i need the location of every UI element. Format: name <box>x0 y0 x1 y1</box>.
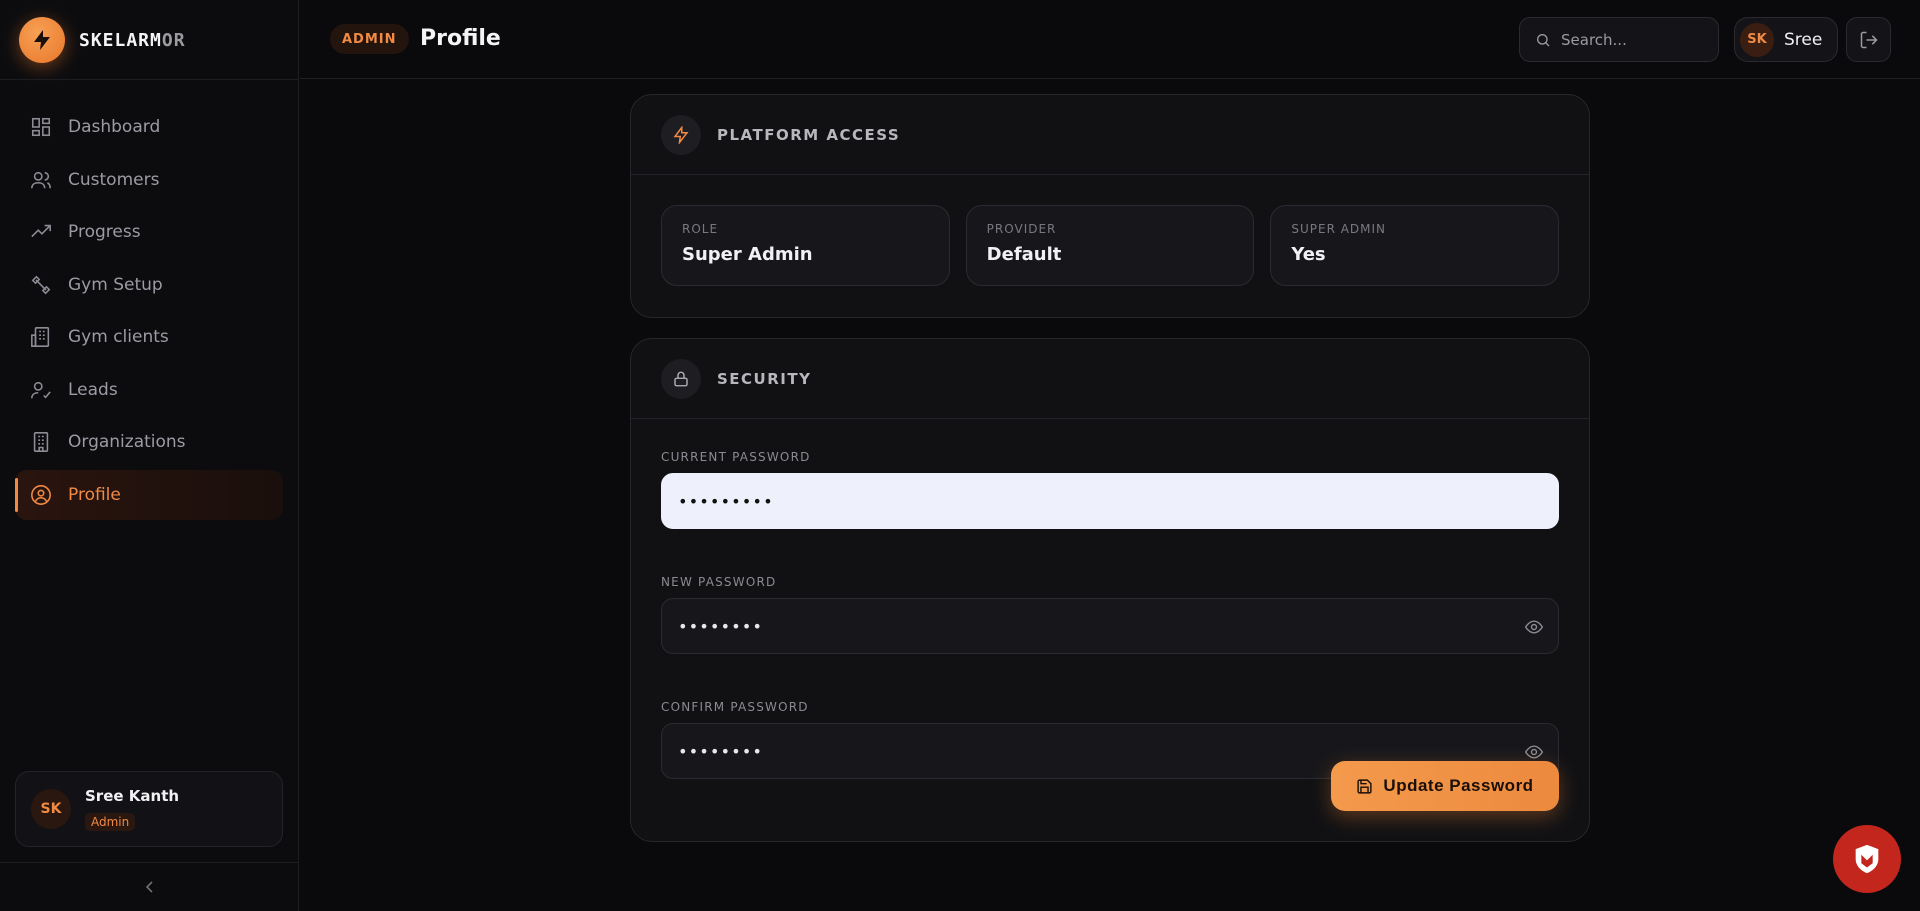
sidebar-item-gym-clients[interactable]: Gym clients <box>15 312 283 362</box>
sidebar-item-profile[interactable]: Profile <box>15 469 283 520</box>
field-label: CONFIRM PASSWORD <box>661 700 809 714</box>
user-check-icon <box>31 381 51 398</box>
save-icon <box>1357 778 1373 794</box>
info-label: ROLE <box>682 222 719 236</box>
top-header: ADMIN Profile SK Sree <box>300 0 1920 79</box>
info-label: PROVIDER <box>986 222 1057 236</box>
user-name: Sree Kanth <box>85 787 180 805</box>
confirm-password-input[interactable] <box>678 741 1538 761</box>
search-input[interactable] <box>1561 30 1711 49</box>
new-password-group: NEW PASSWORD <box>631 575 1589 654</box>
info-label: SUPER ADMIN <box>1291 222 1387 236</box>
role-info: ROLE Super Admin <box>661 205 950 286</box>
new-password-field[interactable] <box>661 598 1559 654</box>
chevron-left-icon <box>145 881 153 893</box>
logout-icon <box>1860 31 1878 48</box>
brand-name: SKELARMOR <box>79 29 186 51</box>
sidebar-item-label: Profile <box>68 484 121 505</box>
sidebar-user-card[interactable]: SK Sree Kanth Admin <box>15 771 283 847</box>
collapse-sidebar-button[interactable] <box>140 876 160 898</box>
platform-access-card: PLATFORM ACCESS ROLE Super Admin PROVIDE… <box>630 94 1590 318</box>
security-card: SECURITY CURRENT PASSWORD NEW PASSWORD C… <box>630 338 1590 842</box>
sidebar-item-leads[interactable]: Leads <box>15 365 283 415</box>
card-header: PLATFORM ACCESS <box>631 95 1589 175</box>
super-admin-info: SUPER ADMIN Yes <box>1270 205 1560 286</box>
sidebar-nav: Dashboard Customers Progress Gym Setup G… <box>15 102 283 522</box>
office-icon <box>33 432 49 452</box>
search-icon <box>1537 33 1550 46</box>
avatar: SK <box>31 789 71 829</box>
grid-icon <box>31 117 51 137</box>
logout-button[interactable] <box>1846 17 1891 62</box>
user-name: Sree <box>1784 29 1823 50</box>
users-icon <box>31 171 51 188</box>
sidebar-item-dashboard[interactable]: Dashboard <box>15 102 283 152</box>
user-circle-icon <box>31 484 51 505</box>
provider-info: PROVIDER Default <box>965 205 1255 286</box>
card-title: PLATFORM ACCESS <box>717 125 901 144</box>
shield-icon <box>1855 844 1879 874</box>
eye-icon[interactable] <box>1524 617 1544 637</box>
info-value: Yes <box>1291 244 1326 265</box>
field-label: CURRENT PASSWORD <box>661 450 811 464</box>
field-label: NEW PASSWORD <box>661 575 777 589</box>
avatar: SK <box>1740 22 1774 57</box>
sidebar-item-label: Dashboard <box>68 117 161 137</box>
new-password-input[interactable] <box>678 616 1538 636</box>
info-grid: ROLE Super Admin PROVIDER Default SUPER … <box>631 175 1589 286</box>
button-label: Update Password <box>1383 776 1534 795</box>
current-password-group: CURRENT PASSWORD <box>631 450 1589 529</box>
divider <box>0 79 299 80</box>
role-badge: Admin <box>85 813 136 831</box>
lightning-logo-icon <box>19 17 65 63</box>
sidebar-item-organizations[interactable]: Organizations <box>15 417 283 467</box>
user-menu[interactable]: SK Sree <box>1734 17 1838 62</box>
sidebar-item-label: Gym Setup <box>68 274 163 295</box>
sidebar-item-progress[interactable]: Progress <box>15 207 283 257</box>
info-value: Super Admin <box>682 244 813 265</box>
security-shield-widget[interactable] <box>1833 825 1901 893</box>
card-title: SECURITY <box>717 369 812 388</box>
page-title: Profile <box>420 26 501 51</box>
sidebar-item-label: Organizations <box>68 432 186 452</box>
building-icon <box>31 327 50 347</box>
lightning-icon <box>661 114 701 155</box>
current-password-input[interactable] <box>678 491 1538 511</box>
sidebar: SKELARMOR Dashboard Customers Progress G… <box>0 0 299 911</box>
search-box[interactable] <box>1519 17 1719 62</box>
dumbbell-icon <box>31 275 51 294</box>
sidebar-item-label: Progress <box>68 222 141 242</box>
sidebar-item-customers[interactable]: Customers <box>15 155 283 205</box>
card-header: SECURITY <box>631 339 1589 419</box>
sidebar-item-label: Leads <box>68 379 118 400</box>
admin-badge: ADMIN <box>330 24 409 54</box>
trending-up-icon <box>31 224 51 238</box>
eye-icon[interactable] <box>1524 742 1544 762</box>
brand[interactable]: SKELARMOR <box>19 17 186 63</box>
sidebar-item-label: Customers <box>68 169 160 190</box>
divider <box>0 862 299 863</box>
update-password-button[interactable]: Update Password <box>1331 761 1559 811</box>
current-password-field[interactable] <box>661 473 1559 529</box>
info-value: Default <box>986 244 1062 265</box>
sidebar-item-gym-setup[interactable]: Gym Setup <box>15 260 283 310</box>
lock-icon <box>661 358 701 399</box>
sidebar-item-label: Gym clients <box>68 327 169 347</box>
